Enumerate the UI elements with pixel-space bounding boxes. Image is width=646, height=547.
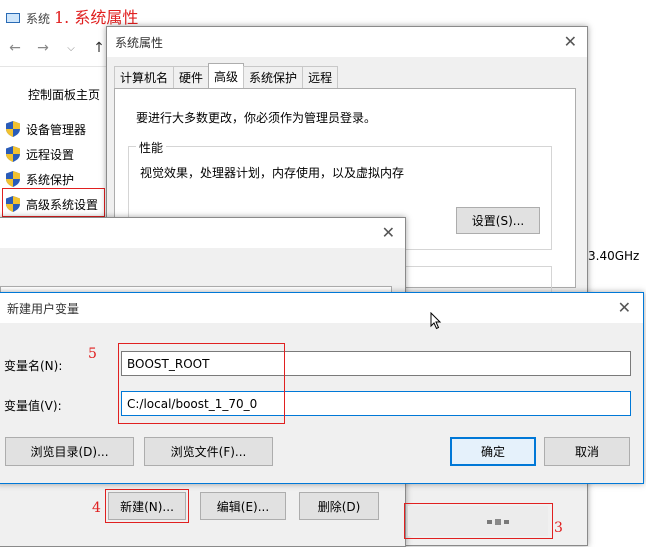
chevron-down-icon[interactable]: ⌵	[64, 40, 78, 56]
annotation-5: 5	[88, 346, 97, 362]
shield-icon	[6, 146, 20, 162]
annotation-box-2	[2, 188, 105, 217]
nav-divider	[0, 66, 108, 67]
tab-advanced[interactable]: 高级	[208, 63, 245, 88]
performance-settings-button[interactable]: 设置(S)...	[456, 207, 540, 234]
cancel-button[interactable]: 取消	[544, 437, 630, 466]
annotation-1: 1. 系统属性	[54, 8, 139, 27]
back-arrow-icon[interactable]: ←	[8, 40, 22, 56]
system-protection-link[interactable]: 系统保护	[6, 169, 74, 189]
annotation-box-4	[105, 489, 189, 523]
new-user-variable-title: 新建用户变量	[7, 301, 80, 316]
shield-icon	[6, 121, 20, 137]
browse-directory-button[interactable]: 浏览目录(D)...	[5, 437, 134, 466]
close-icon[interactable]: ✕	[564, 32, 577, 52]
mouse-cursor-icon	[430, 311, 442, 333]
environment-variables-titlebar: ✕	[0, 218, 405, 248]
control-panel-title: 系统	[26, 11, 51, 26]
close-icon[interactable]: ✕	[618, 298, 631, 318]
link-label: 系统保护	[26, 172, 75, 187]
up-arrow-icon[interactable]: ↑	[92, 40, 106, 56]
cpu-speed-text: 3.40GHz	[588, 249, 640, 263]
variable-name-label: 变量名(N):	[4, 359, 63, 373]
delete-variable-button[interactable]: 删除(D)	[299, 492, 379, 520]
new-user-variable-titlebar: 新建用户变量 ✕	[0, 293, 643, 323]
performance-group-label: 性能	[136, 139, 167, 156]
control-panel-titlebar: 系统	[6, 8, 50, 28]
nav-buttons: ← → ⌵ ↑	[8, 40, 106, 56]
tab-remote[interactable]: 远程	[302, 66, 339, 88]
browse-file-button[interactable]: 浏览文件(F)...	[144, 437, 273, 466]
link-label: 设备管理器	[26, 122, 87, 137]
tab-strip: 计算机名 硬件 高级 系统保护 远程	[114, 63, 339, 88]
computer-icon	[6, 13, 20, 23]
control-panel-home-link[interactable]: 控制面板主页	[28, 86, 100, 103]
edit-variable-button[interactable]: 编辑(E)...	[200, 492, 286, 520]
ok-button[interactable]: 确定	[450, 437, 536, 466]
system-properties-titlebar: 系统属性 ✕	[107, 27, 587, 57]
performance-description: 视觉效果，处理器计划，内存使用，以及虚拟内存	[140, 166, 405, 180]
variable-value-label: 变量值(V):	[4, 399, 62, 413]
tab-computer-name[interactable]: 计算机名	[114, 66, 175, 88]
remote-settings-link[interactable]: 远程设置	[6, 144, 74, 164]
system-properties-title: 系统属性	[115, 35, 164, 50]
admin-note: 要进行大多数更改，你必须作为管理员登录。	[136, 111, 377, 125]
annotation-3: 3	[554, 520, 563, 536]
annotation-4: 4	[92, 500, 101, 516]
shield-icon	[6, 171, 20, 187]
annotation-box-5	[118, 343, 285, 424]
device-manager-link[interactable]: 设备管理器	[6, 119, 86, 139]
link-label: 远程设置	[26, 147, 75, 162]
forward-arrow-icon[interactable]: →	[36, 40, 50, 56]
tab-system-protection[interactable]: 系统保护	[243, 66, 304, 88]
annotation-box-3	[404, 503, 553, 539]
close-icon[interactable]: ✕	[382, 223, 395, 243]
tab-hardware[interactable]: 硬件	[173, 66, 210, 88]
